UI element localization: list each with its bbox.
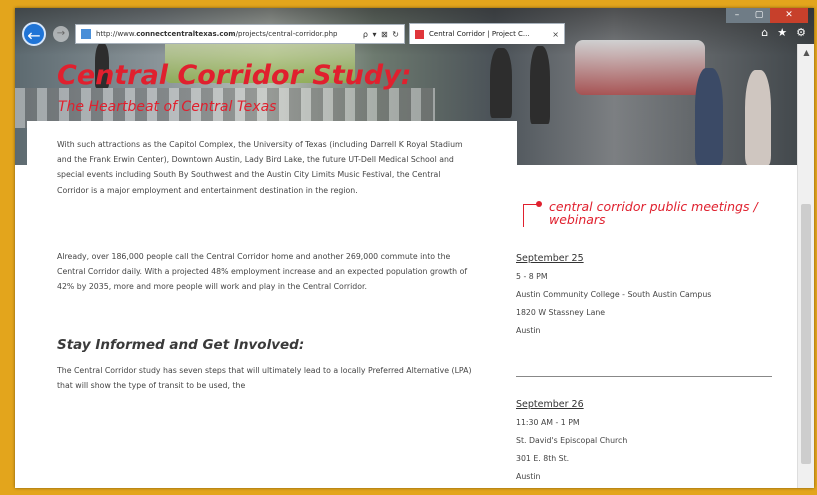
vertical-scrollbar[interactable]: ▲: [797, 44, 814, 488]
page-title: Central Corridor Study:: [57, 60, 412, 91]
scrollbar-thumb[interactable]: [801, 204, 811, 464]
event-city: Austin: [516, 472, 541, 481]
pedestrian-graphic: [745, 70, 771, 165]
tab-central-corridor[interactable]: Central Corridor | Project C... ×: [409, 23, 565, 44]
back-arrow-icon: ←: [27, 26, 41, 45]
event-venue: St. David's Episcopal Church: [516, 436, 628, 445]
event-time: 5 - 8 PM: [516, 272, 548, 281]
meeting-event: September 25 5 - 8 PM Austin Community C…: [516, 253, 771, 340]
url-domain: connectcentraltexas.com: [136, 30, 236, 38]
event-city: Austin: [516, 326, 541, 335]
address-bar[interactable]: http://www.connectcentraltexas.com/proje…: [75, 24, 405, 44]
maximize-button[interactable]: ▢: [748, 8, 770, 23]
address-tools-icons[interactable]: ρ ▾ ⊠ ↻: [363, 30, 404, 39]
bus-graphic: [575, 40, 705, 95]
url-path: /projects/central-corridor.php: [235, 30, 338, 38]
event-date-link[interactable]: September 26: [516, 399, 771, 410]
window-controls: – ▢ ✕: [726, 8, 808, 23]
event-address: 301 E. 8th St.: [516, 454, 570, 463]
forward-arrow-icon: →: [56, 28, 66, 39]
tab-title: Central Corridor | Project C...: [429, 30, 530, 38]
meeting-event: September 26 11:30 AM - 1 PM St. David's…: [516, 399, 771, 486]
browser-chrome: ← → http://www.connectcentraltexas.com/p…: [15, 8, 814, 46]
scroll-up-icon[interactable]: ▲: [798, 48, 814, 57]
tab-close-icon[interactable]: ×: [547, 30, 564, 39]
bullet-dot-icon: [536, 201, 542, 207]
population-paragraph: Already, over 186,000 people call the Ce…: [57, 252, 468, 292]
url-prefix: http://www.: [96, 30, 137, 38]
meetings-heading-text: central corridor public meetings / webin…: [549, 199, 758, 227]
settings-gear-icon[interactable]: ⚙: [796, 26, 806, 39]
intro-paragraph: With such attractions as the Capitol Com…: [57, 140, 463, 195]
pedestrian-graphic: [530, 46, 550, 124]
section-heading: Stay Informed and Get Involved:: [57, 337, 305, 353]
study-paragraph: The Central Corridor study has seven ste…: [57, 366, 472, 391]
command-icons: ⌂ ★ ⚙: [761, 26, 806, 39]
url-text[interactable]: http://www.connectcentraltexas.com/proje…: [96, 30, 363, 38]
favorites-star-icon[interactable]: ★: [777, 26, 787, 39]
event-divider: [516, 376, 772, 377]
close-window-button[interactable]: ✕: [770, 8, 808, 23]
pedestrian-graphic: [695, 68, 723, 165]
event-venue: Austin Community College - South Austin …: [516, 290, 712, 299]
browser-window: ← → http://www.connectcentraltexas.com/p…: [15, 8, 814, 488]
event-address: 1820 W Stassney Lane: [516, 308, 606, 317]
event-time: 11:30 AM - 1 PM: [516, 418, 580, 427]
pedestrian-graphic: [490, 48, 512, 118]
back-button[interactable]: ←: [22, 22, 46, 46]
minimize-button[interactable]: –: [726, 8, 748, 23]
page-icon: [81, 29, 91, 39]
home-icon[interactable]: ⌂: [761, 26, 768, 39]
page-subtitle: The Heartbeat of Central Texas: [58, 99, 277, 115]
favicon-icon: [415, 29, 424, 39]
event-date-link[interactable]: September 25: [516, 253, 771, 264]
forward-button[interactable]: →: [53, 26, 69, 42]
bracket-icon: [523, 204, 538, 227]
